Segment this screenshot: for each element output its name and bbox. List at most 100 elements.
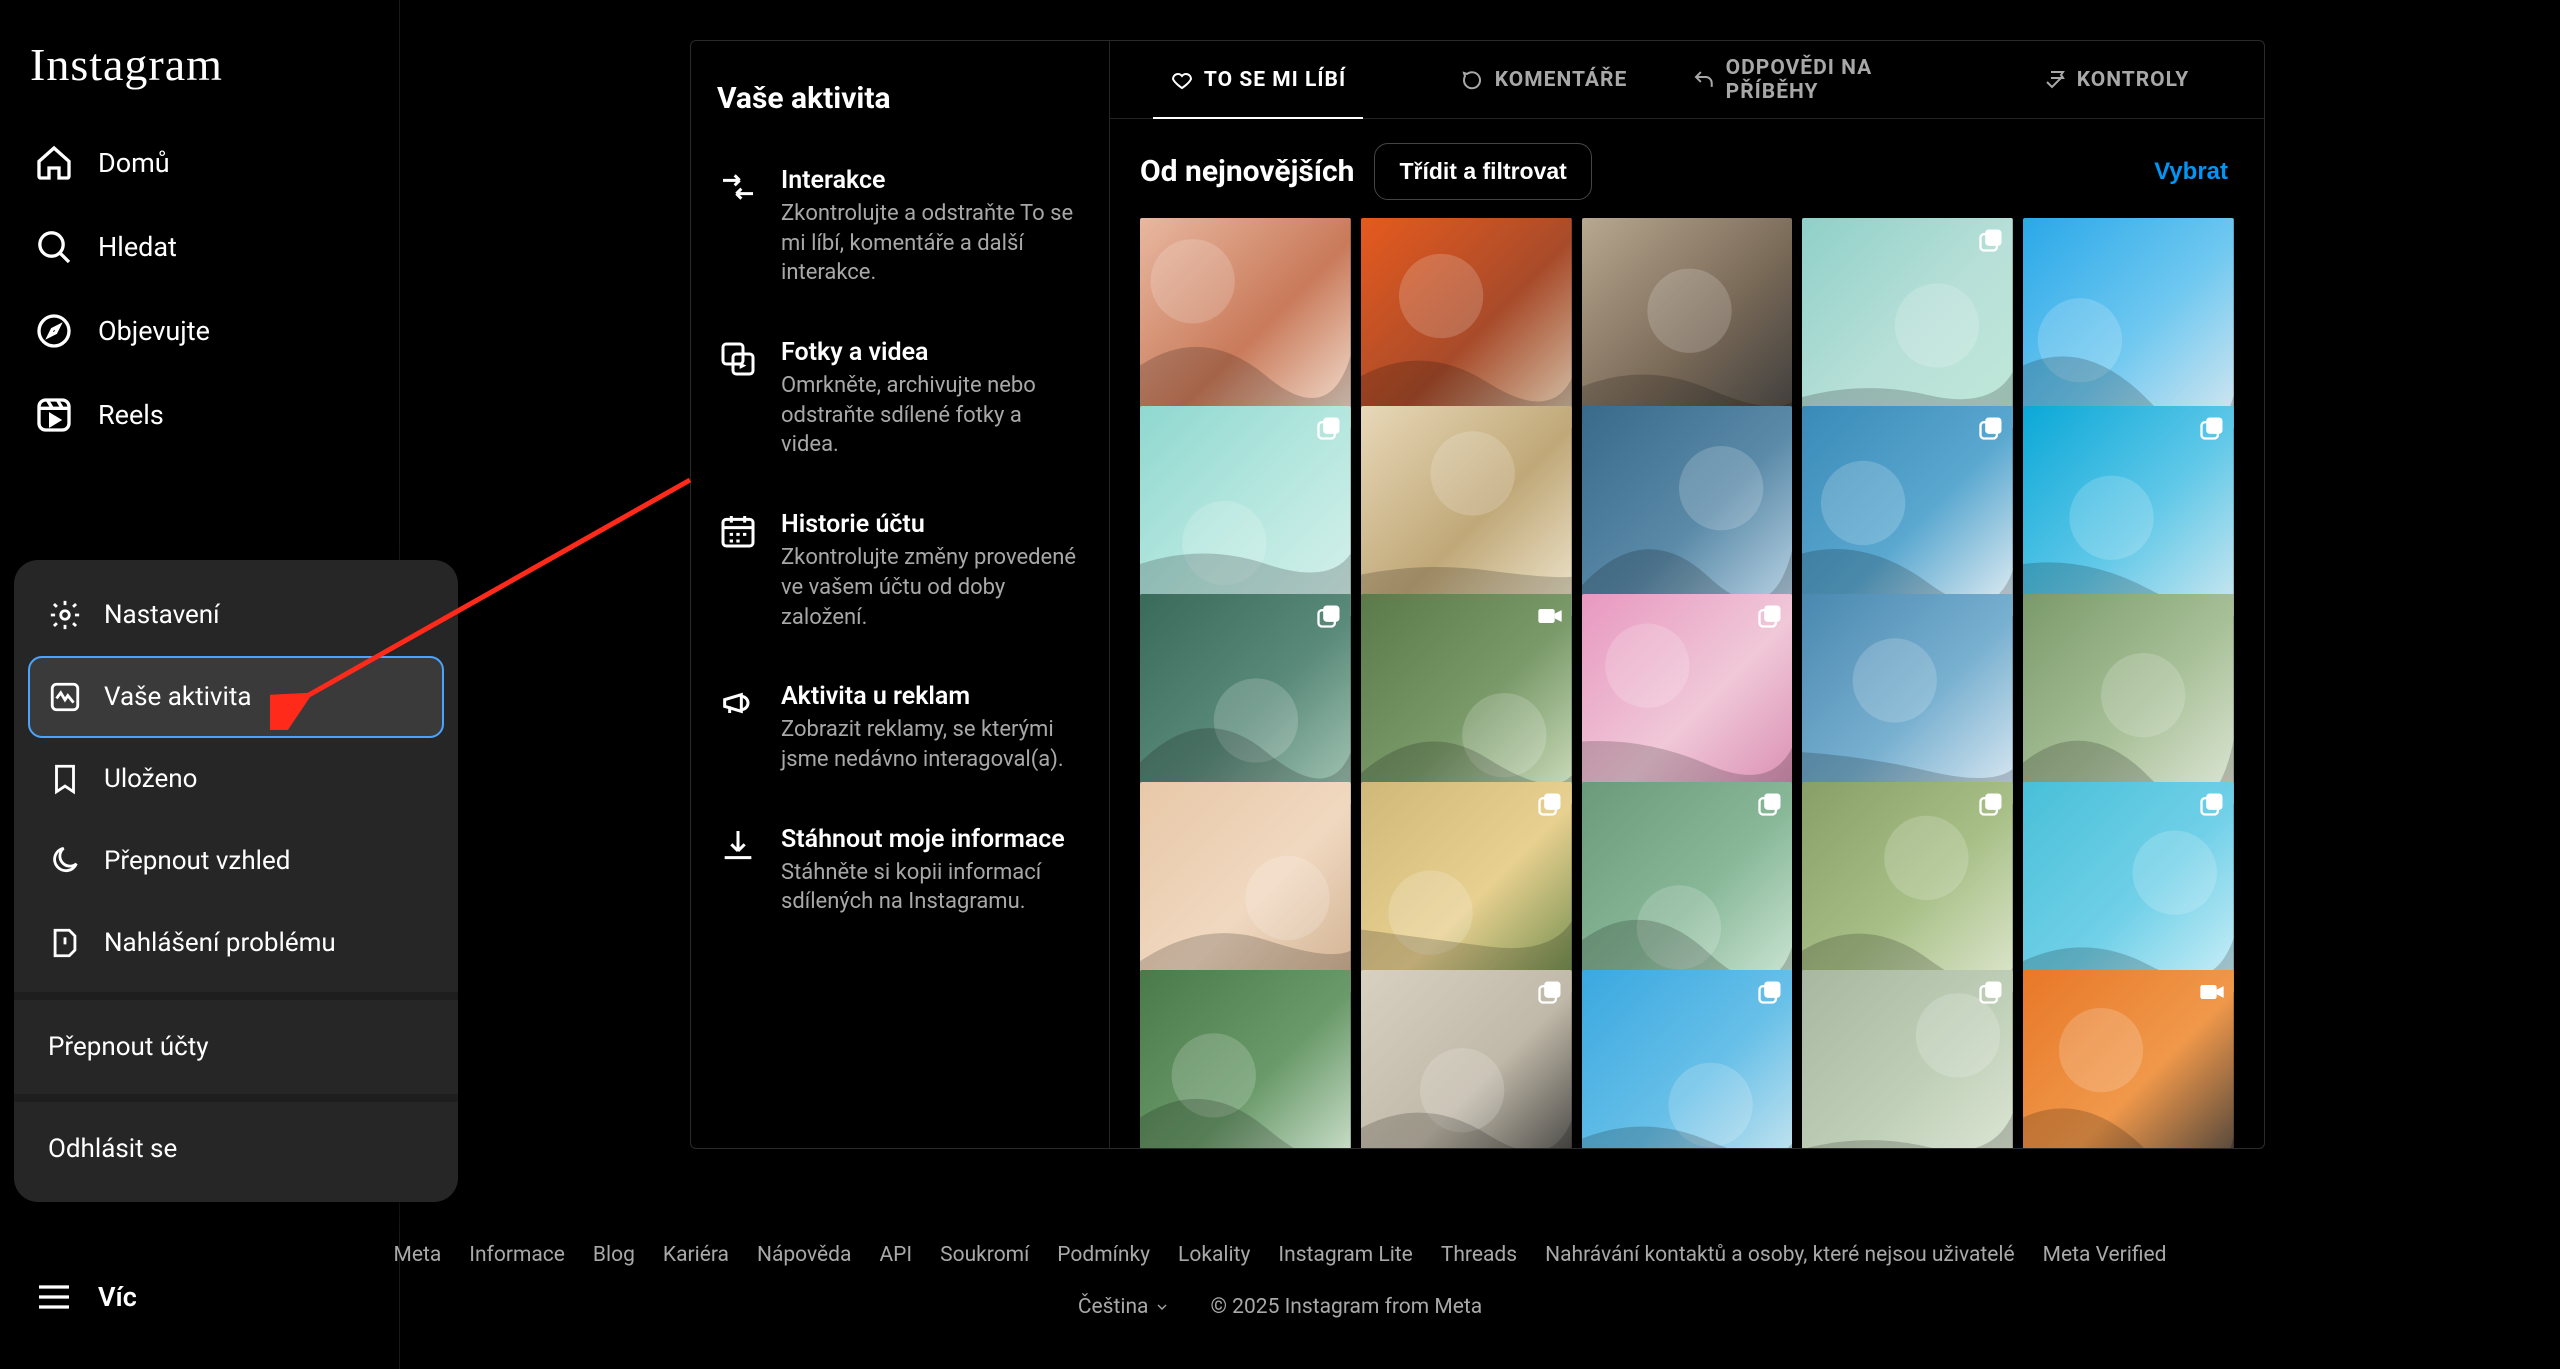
liked-post-thumb[interactable] [1140, 218, 1351, 429]
activity-option-icon [717, 166, 759, 208]
main-content: TO SE MI LÍBÍ KOMENTÁŘE ODPOVĚDI NA PŘÍB… [1110, 40, 2265, 1149]
activity-option[interactable]: Stáhnout moje informaceStáhněte si kopii… [713, 805, 1087, 947]
liked-post-thumb[interactable] [2023, 406, 2234, 617]
liked-post-thumb[interactable] [1802, 782, 2013, 993]
footer: Meta Informace Blog Kariéra Nápověda API Soukr… [0, 1213, 2560, 1369]
carousel-badge-icon [1977, 414, 2005, 442]
tab-label: KOMENTÁŘE [1495, 68, 1628, 92]
activity-option-desc: Stáhněte si kopii informací sdílených na… [781, 858, 1083, 917]
menu-logout[interactable]: Odhlásit se [28, 1110, 444, 1188]
footer-link[interactable]: Informace [469, 1243, 565, 1267]
activity-option-desc: Omrkněte, archivujte nebo odstraňte sdíl… [781, 371, 1083, 460]
liked-post-thumb[interactable] [1802, 970, 2013, 1148]
activity-panel: Vaše aktivita InterakceZkontrolujte a od… [690, 40, 1110, 1149]
menu-your-activity[interactable]: Vaše aktivita [28, 656, 444, 738]
carousel-badge-icon [1977, 790, 2005, 818]
liked-post-thumb[interactable] [1361, 782, 1572, 993]
liked-post-thumb[interactable] [2023, 218, 2234, 429]
footer-link[interactable]: API [879, 1243, 912, 1267]
liked-post-thumb[interactable] [1802, 594, 2013, 805]
menu-label: Přepnout účty [48, 1032, 209, 1062]
activity-panel-title: Vaše aktivita [713, 81, 1087, 116]
select-button[interactable]: Vybrat [2148, 157, 2234, 187]
liked-posts-grid [1110, 218, 2264, 1148]
liked-post-thumb[interactable] [1582, 970, 1793, 1148]
menu-switch-accounts[interactable]: Přepnout účty [28, 1008, 444, 1086]
footer-link[interactable]: Nápověda [757, 1243, 851, 1267]
liked-post-thumb[interactable] [1140, 970, 1351, 1148]
footer-link[interactable]: Lokality [1178, 1243, 1250, 1267]
activity-option[interactable]: InterakceZkontrolujte a odstraňte To se … [713, 146, 1087, 318]
activity-option[interactable]: Historie účtuZkontrolujte změny proveden… [713, 490, 1087, 662]
liked-post-thumb[interactable] [1802, 218, 2013, 429]
carousel-badge-icon [1756, 978, 1784, 1006]
footer-link[interactable]: Blog [593, 1243, 635, 1267]
tabstrip: TO SE MI LÍBÍ KOMENTÁŘE ODPOVĚDI NA PŘÍB… [1110, 41, 2264, 119]
home-icon [34, 143, 74, 183]
tab-label: KONTROLY [2077, 68, 2190, 92]
footer-link[interactable]: Nahrávání kontaktů a osoby, které nejsou… [1545, 1243, 2015, 1267]
footer-link[interactable]: Kariéra [663, 1243, 729, 1267]
activity-option-desc: Zobrazit reklamy, se kterými jsme nedávn… [781, 715, 1083, 774]
liked-post-thumb[interactable] [1361, 218, 1572, 429]
tab-controls[interactable]: KONTROLY [1978, 41, 2254, 118]
chevron-down-icon [1154, 1299, 1170, 1315]
liked-post-thumb[interactable] [1361, 594, 1572, 805]
liked-post-thumb[interactable] [1582, 594, 1793, 805]
activity-option-icon [717, 682, 759, 724]
menu-saved[interactable]: Uloženo [28, 738, 444, 820]
nav-label: Hledat [98, 231, 177, 263]
instagram-logo[interactable]: Instagram [30, 38, 379, 91]
footer-link[interactable]: Meta [393, 1243, 441, 1267]
activity-icon [48, 680, 82, 714]
footer-link[interactable]: Soukromí [940, 1243, 1029, 1267]
sort-filter-button[interactable]: Třídit a filtrovat [1374, 143, 1591, 200]
menu-report-problem[interactable]: Nahlášení problému [28, 902, 444, 984]
activity-option[interactable]: Fotky a videaOmrkněte, archivujte nebo o… [713, 318, 1087, 490]
nav-explore[interactable]: Objevujte [20, 289, 379, 373]
carousel-badge-icon [1536, 978, 1564, 1006]
menu-divider [14, 992, 458, 1000]
footer-link[interactable]: Threads [1441, 1243, 1517, 1267]
carousel-badge-icon [1756, 602, 1784, 630]
nav-reels[interactable]: Reels [20, 373, 379, 457]
footer-links: Meta Informace Blog Kariéra Nápověda API Soukr… [0, 1243, 2560, 1267]
activity-option[interactable]: Aktivita u reklamZobrazit reklamy, se kt… [713, 662, 1087, 804]
liked-post-thumb[interactable] [2023, 782, 2234, 993]
liked-post-thumb[interactable] [1140, 782, 1351, 993]
copyright: © 2025 Instagram from Meta [1210, 1295, 1482, 1319]
liked-post-thumb[interactable] [1361, 970, 1572, 1148]
liked-post-thumb[interactable] [1361, 406, 1572, 617]
toolbar: Od nejnovějších Třídit a filtrovat Vybra… [1110, 119, 2264, 218]
language-label: Čeština [1078, 1295, 1149, 1319]
liked-post-thumb[interactable] [1582, 406, 1793, 617]
liked-post-thumb[interactable] [1140, 594, 1351, 805]
carousel-badge-icon [2198, 790, 2226, 818]
menu-label: Nastavení [104, 600, 220, 630]
menu-settings[interactable]: Nastavení [28, 574, 444, 656]
nav-home[interactable]: Domů [20, 121, 379, 205]
footer-link[interactable]: Podmínky [1057, 1243, 1150, 1267]
liked-post-thumb[interactable] [1582, 218, 1793, 429]
activity-option-desc: Zkontrolujte a odstraňte To se mi líbí, … [781, 199, 1083, 288]
language-selector[interactable]: Čeština [1078, 1295, 1171, 1319]
liked-post-thumb[interactable] [2023, 970, 2234, 1148]
tab-comments[interactable]: KOMENTÁŘE [1406, 41, 1682, 118]
carousel-badge-icon [1315, 414, 1343, 442]
bookmark-icon [48, 762, 82, 796]
liked-post-thumb[interactable] [1140, 406, 1351, 617]
reels-icon [34, 395, 74, 435]
liked-post-thumb[interactable] [2023, 594, 2234, 805]
footer-link[interactable]: Instagram Lite [1278, 1243, 1412, 1267]
menu-label: Přepnout vzhled [104, 846, 290, 876]
gear-icon [48, 598, 82, 632]
liked-post-thumb[interactable] [1802, 406, 2013, 617]
footer-link[interactable]: Meta Verified [2043, 1243, 2167, 1267]
menu-label: Vaše aktivita [104, 682, 251, 712]
nav-search[interactable]: Hledat [20, 205, 379, 289]
liked-post-thumb[interactable] [1582, 782, 1793, 993]
tab-story-replies[interactable]: ODPOVĚDI NA PŘÍBĚHY [1692, 41, 1968, 118]
sort-label: Od nejnovějších [1140, 154, 1354, 189]
tab-likes[interactable]: TO SE MI LÍBÍ [1120, 41, 1396, 118]
menu-switch-theme[interactable]: Přepnout vzhled [28, 820, 444, 902]
